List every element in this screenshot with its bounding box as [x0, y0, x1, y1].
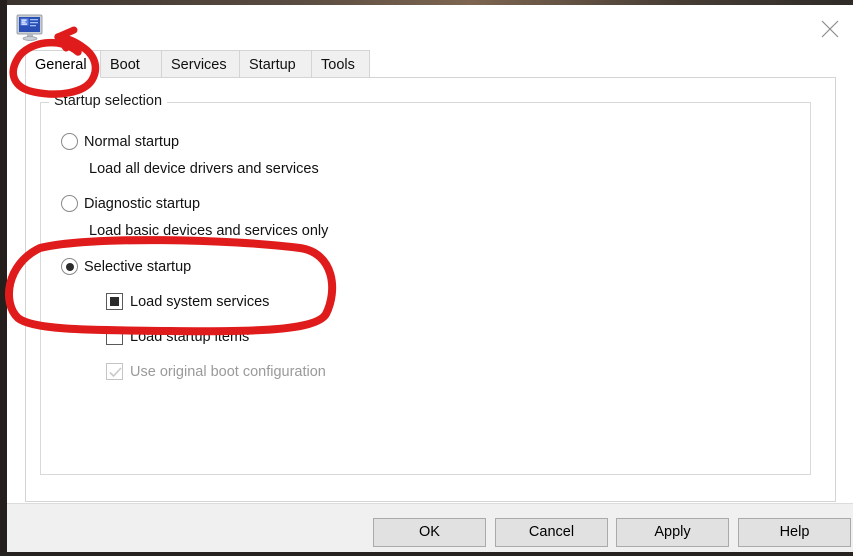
ok-button[interactable]: OK — [373, 518, 486, 547]
checkbox-use-original-boot-configuration-label: Use original boot configuration — [130, 363, 326, 380]
description-normal-startup: Load all device drivers and services — [89, 161, 319, 177]
apply-button[interactable]: Apply — [616, 518, 729, 547]
description-diagnostic-startup: Load basic devices and services only — [89, 223, 329, 239]
radio-row-selective-startup[interactable]: Selective startup — [61, 258, 191, 275]
startup-selection-label: Startup selection — [49, 93, 168, 109]
radio-selective-startup-label: Selective startup — [84, 258, 192, 275]
title-bar: System Configuration — [7, 5, 853, 50]
tab-tools-label: Tools — [321, 57, 355, 73]
radio-selective-startup[interactable] — [61, 258, 78, 275]
radio-normal-startup-label: Normal startup — [84, 133, 180, 150]
general-tab-panel: Startup selection Normal startup Load al… — [25, 77, 836, 502]
tab-startup[interactable]: Startup — [239, 50, 312, 78]
cancel-button[interactable]: Cancel — [495, 518, 608, 547]
checkbox-load-startup-items[interactable] — [106, 328, 123, 345]
startup-selection-groupbox: Startup selection Normal startup Load al… — [40, 93, 811, 475]
checkbox-row-load-startup-items[interactable]: Load startup items — [106, 328, 249, 345]
checkbox-load-startup-items-label: Load startup items — [130, 328, 250, 345]
tab-general-label: General — [35, 57, 87, 73]
radio-diagnostic-startup-label: Diagnostic startup — [84, 195, 201, 212]
tab-tools[interactable]: Tools — [311, 50, 370, 78]
radio-diagnostic-startup[interactable] — [61, 195, 78, 212]
desktop-background-bottom — [0, 552, 853, 556]
window-title: System Configuration — [53, 18, 178, 33]
checkbox-load-system-services-label: Load system services — [130, 293, 270, 310]
tab-boot-label: Boot — [110, 57, 140, 73]
tab-services-label: Services — [171, 57, 227, 73]
checkbox-row-load-system-services[interactable]: Load system services — [106, 293, 269, 310]
tab-boot[interactable]: Boot — [100, 50, 162, 78]
system-configuration-icon — [14, 11, 46, 43]
tab-general[interactable]: General — [25, 50, 101, 78]
help-button[interactable]: Help — [738, 518, 851, 547]
radio-normal-startup[interactable] — [61, 133, 78, 150]
dialog-button-bar: OK Cancel Apply Help — [7, 503, 853, 552]
system-configuration-window: System Configuration General Boot Servic… — [7, 5, 853, 552]
tab-services[interactable]: Services — [161, 50, 240, 78]
tab-startup-label: Startup — [249, 57, 296, 73]
radio-row-normal-startup[interactable]: Normal startup — [61, 133, 179, 150]
checkbox-use-original-boot-configuration — [106, 363, 123, 380]
checkbox-load-system-services[interactable] — [106, 293, 123, 310]
tab-strip: General Boot Services Startup Tools — [25, 50, 853, 79]
close-icon[interactable] — [807, 5, 853, 50]
desktop-background-left — [0, 0, 7, 556]
radio-row-diagnostic-startup[interactable]: Diagnostic startup — [61, 195, 200, 212]
checkbox-row-use-original-boot-configuration: Use original boot configuration — [106, 363, 326, 380]
